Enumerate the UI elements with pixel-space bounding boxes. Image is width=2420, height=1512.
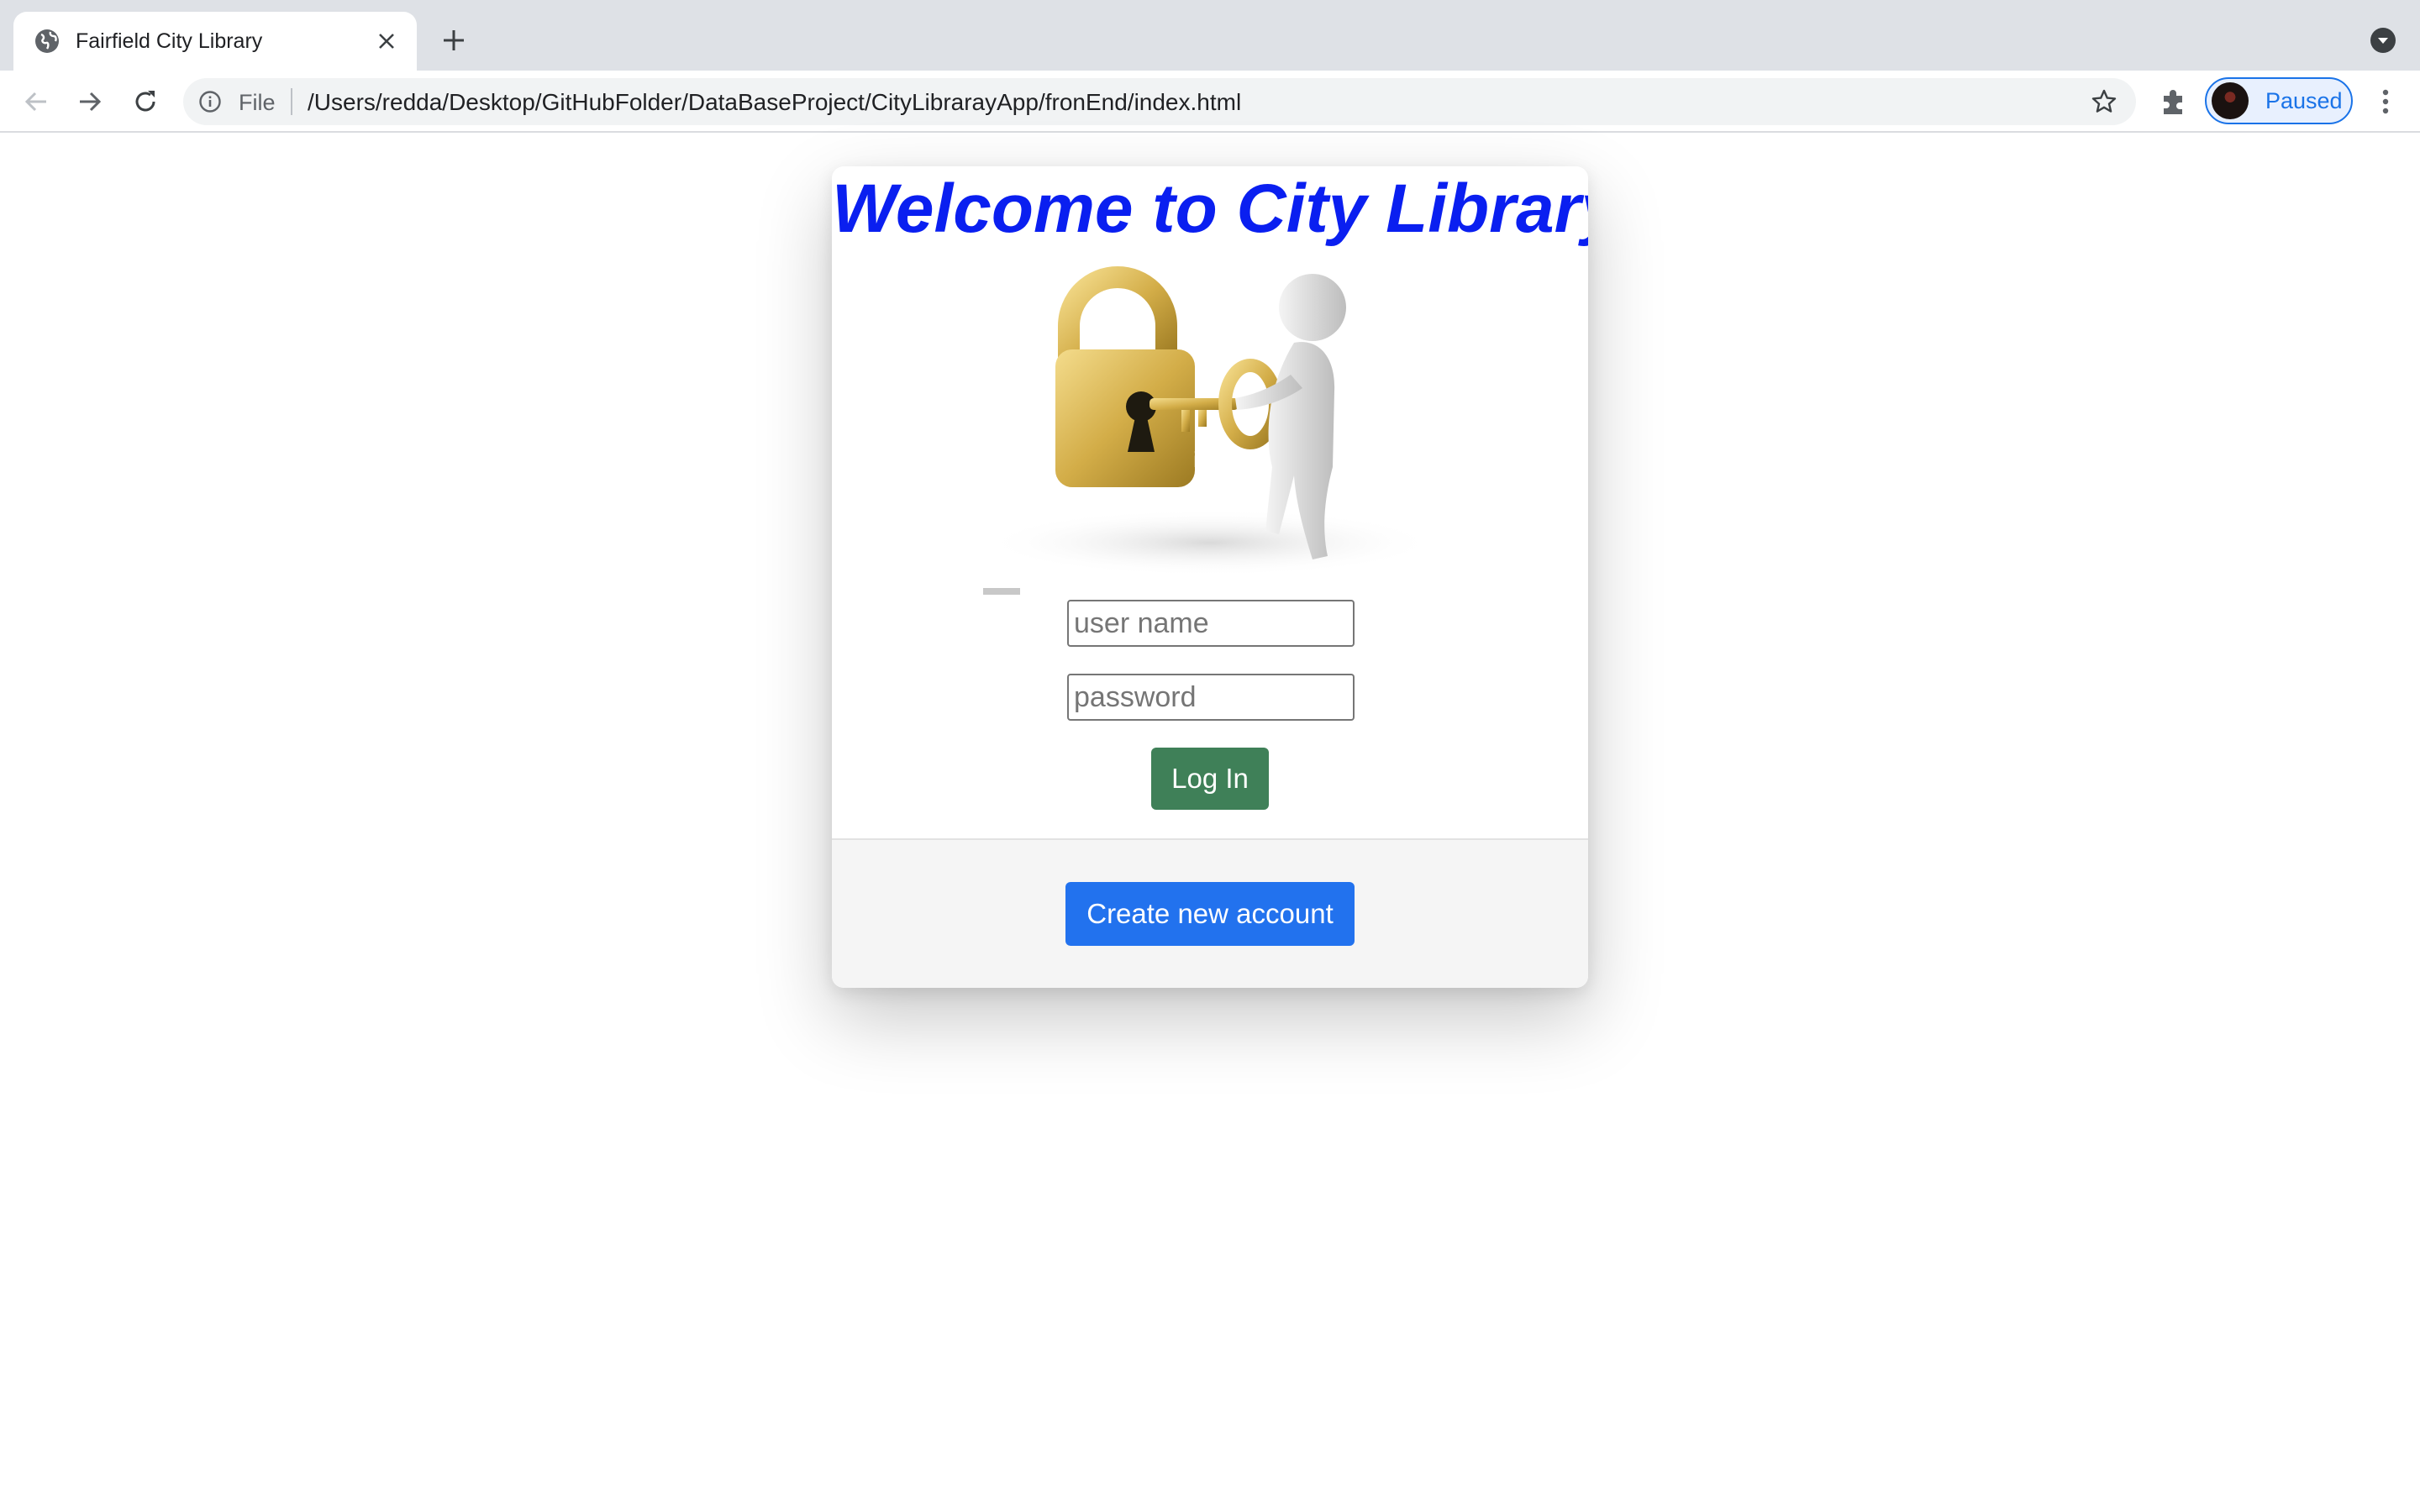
tab-search-icon[interactable]	[2370, 27, 2396, 54]
card-footer: Create new account	[832, 838, 1588, 988]
avatar	[2212, 82, 2249, 119]
browser-toolbar: File /Users/redda/Desktop/GitHubFolder/D…	[0, 71, 2420, 133]
profile-status: Paused	[2265, 87, 2343, 113]
close-icon[interactable]	[371, 26, 402, 56]
puzzle-icon[interactable]	[2158, 86, 2190, 118]
page-title: Welcome to City Library	[832, 171, 1588, 247]
login-button[interactable]: Log In	[1151, 748, 1269, 810]
watermark-text: iStock	[1193, 447, 1254, 472]
login-card: Welcome to City Library iStock user name…	[832, 166, 1588, 988]
url-text[interactable]: /Users/redda/Desktop/GitHubFolder/DataBa…	[308, 89, 1241, 116]
padlock-key-illustration: iStock	[983, 266, 1437, 595]
plus-icon[interactable]	[437, 24, 471, 57]
back-arrow-icon[interactable]	[18, 84, 54, 119]
info-icon[interactable]	[198, 90, 222, 113]
url-separator	[291, 88, 292, 115]
profile-button[interactable]: Paused	[2205, 77, 2353, 124]
browser-tab[interactable]: Fairfield City Library	[13, 12, 417, 71]
tab-strip: Fairfield City Library	[0, 0, 2420, 71]
create-account-button[interactable]: Create new account	[1065, 882, 1355, 946]
star-icon[interactable]	[2091, 88, 2118, 115]
reload-icon[interactable]	[128, 84, 163, 119]
kebab-menu-icon[interactable]	[2370, 86, 2402, 118]
globe-icon	[35, 29, 59, 53]
url-scheme-label: File	[239, 90, 276, 115]
username-input[interactable]	[1067, 600, 1355, 647]
tab-title: Fairfield City Library	[76, 29, 263, 53]
password-input[interactable]	[1067, 674, 1355, 721]
forward-arrow-icon[interactable]	[72, 84, 108, 119]
address-bar[interactable]: File /Users/redda/Desktop/GitHubFolder/D…	[183, 78, 2136, 125]
